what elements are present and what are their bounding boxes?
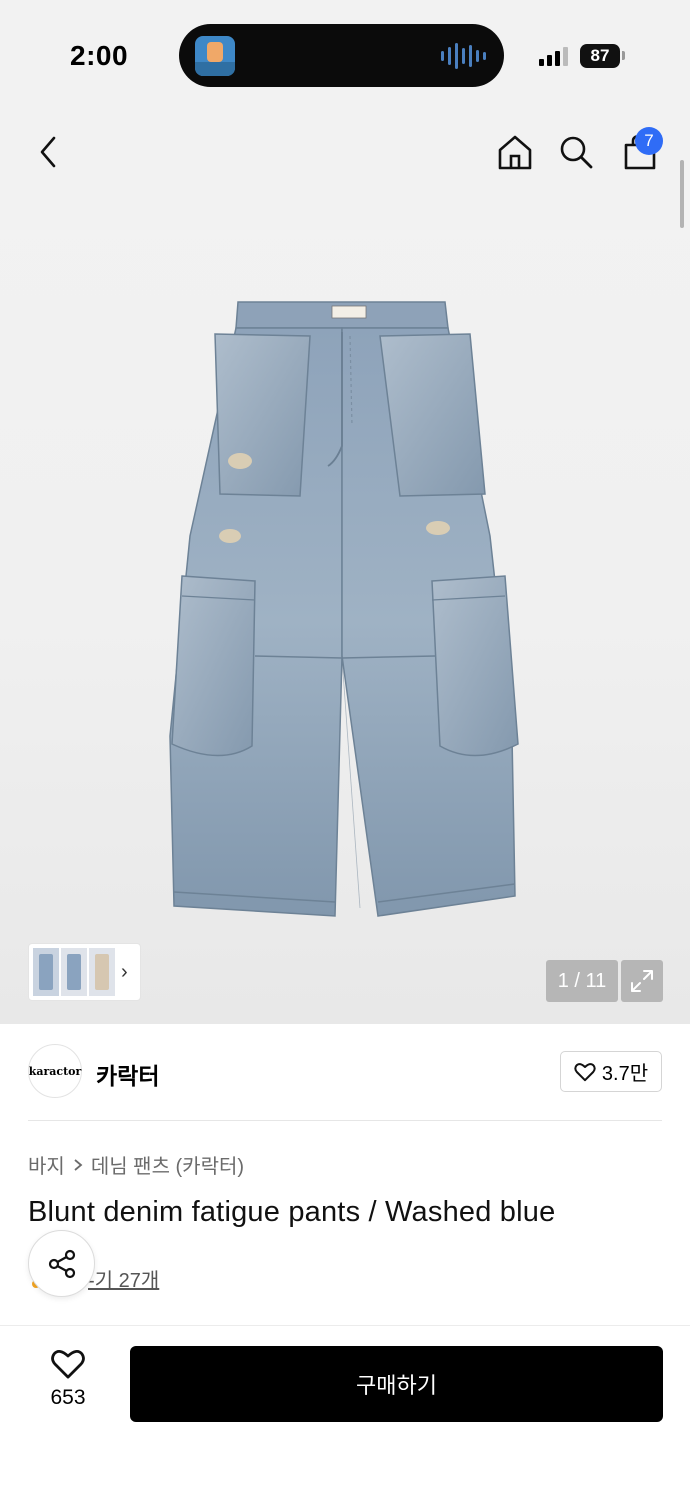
thumbnail-1[interactable]: [33, 948, 59, 996]
product-title: Blunt denim fatigue pants / Washed blue: [28, 1196, 556, 1228]
bottom-action-bar: 653 구매하기: [0, 1325, 690, 1500]
thumbnail-strip[interactable]: ›: [28, 943, 141, 1001]
home-icon: [498, 135, 532, 170]
wishlist-button[interactable]: 653: [28, 1348, 108, 1428]
brand-like-button[interactable]: 3.7만: [560, 1051, 662, 1092]
back-icon: [40, 136, 56, 168]
share-icon: [48, 1249, 75, 1278]
cellular-signal-icon: [539, 46, 568, 66]
chevron-right-icon: ›: [121, 960, 128, 983]
wishlist-count: 653: [50, 1386, 86, 1409]
search-button[interactable]: [556, 130, 596, 174]
brand-row: karactor 카락터 3.7만: [0, 1024, 690, 1120]
brand-like-count: 3.7만: [601, 1063, 649, 1085]
divider: [28, 1120, 662, 1121]
brand-logo[interactable]: karactor: [28, 1044, 82, 1098]
cart-count-badge: 7: [635, 127, 663, 155]
share-button[interactable]: [28, 1230, 95, 1297]
back-button[interactable]: [28, 130, 68, 174]
review-link[interactable]: -기 27개: [88, 1264, 159, 1293]
chevron-right-icon: [74, 1158, 83, 1171]
dynamic-island: [179, 24, 504, 87]
search-icon: [560, 136, 593, 169]
brand-name[interactable]: 카락터: [96, 1057, 159, 1091]
expand-image-button[interactable]: [621, 960, 663, 1002]
buy-button[interactable]: 구매하기: [130, 1346, 663, 1422]
battery-indicator: 87: [580, 44, 620, 68]
home-button[interactable]: [494, 130, 536, 174]
breadcrumb-category[interactable]: 바지: [28, 1150, 65, 1179]
heart-icon: [574, 1062, 596, 1081]
scrollbar[interactable]: [680, 160, 684, 228]
thumbnail-3[interactable]: [89, 948, 115, 996]
battery-tip: [622, 51, 625, 60]
expand-icon: [631, 970, 653, 992]
product-gallery[interactable]: 7 › 1 / 11: [0, 110, 690, 1024]
heart-icon: [51, 1350, 85, 1379]
image-page-counter: 1 / 11: [546, 960, 618, 1002]
live-activity-app-icon: [195, 36, 235, 76]
status-time: 2:00: [70, 40, 129, 71]
thumbnail-2[interactable]: [61, 948, 87, 996]
status-bar: 2:00 87: [0, 0, 690, 110]
audio-wave-icon: [441, 42, 486, 70]
product-image[interactable]: [160, 296, 530, 922]
breadcrumb: 바지 데님 팬츠 (카락터): [28, 1150, 244, 1179]
breadcrumb-subcategory[interactable]: 데님 팬츠 (카락터): [91, 1150, 244, 1179]
